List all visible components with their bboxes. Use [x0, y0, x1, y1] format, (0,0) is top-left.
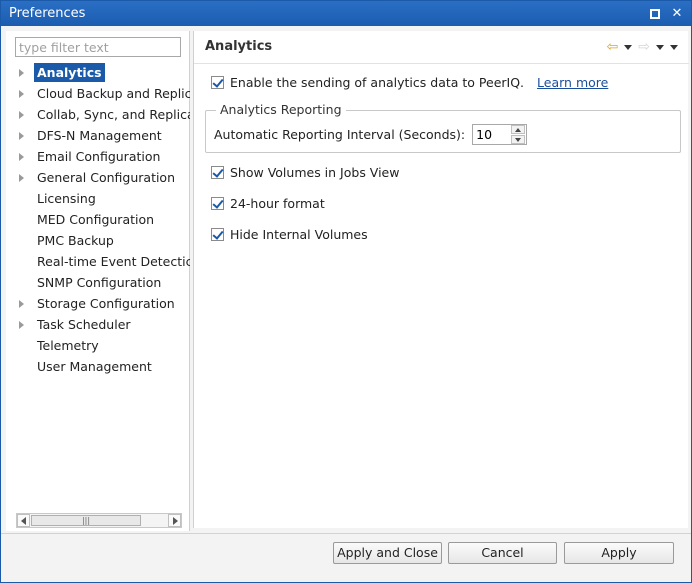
- tree-item-label: Real-time Event Detectic: [37, 254, 190, 269]
- reporting-interval-spinner[interactable]: [472, 124, 528, 145]
- tree-item-general[interactable]: General Configuration: [6, 167, 190, 188]
- page-navigation: ⇦ ⇨: [607, 40, 678, 54]
- expand-arrow-icon[interactable]: [19, 153, 24, 161]
- apply-button[interactable]: Apply: [564, 542, 674, 564]
- hour-format-checkbox[interactable]: [211, 197, 224, 210]
- tree-item-pmc-backup[interactable]: PMC Backup: [6, 230, 190, 251]
- tree-item-snmp[interactable]: SNMP Configuration: [6, 272, 190, 293]
- horizontal-scrollbar[interactable]: |||: [16, 513, 182, 528]
- tree-item-task-scheduler[interactable]: Task Scheduler: [6, 314, 190, 335]
- button-bar-divider: [1, 533, 691, 534]
- expand-arrow-icon[interactable]: [19, 132, 24, 140]
- title-bar: Preferences ✕: [1, 1, 691, 26]
- show-volumes-checkbox[interactable]: [211, 166, 224, 179]
- expand-arrow-icon[interactable]: [19, 300, 24, 308]
- show-volumes-row: Show Volumes in Jobs View: [211, 165, 399, 180]
- window-title: Preferences: [9, 6, 86, 21]
- tree-item-label: SNMP Configuration: [37, 275, 162, 290]
- back-history-chevron-down-icon[interactable]: [624, 44, 633, 50]
- expand-arrow-icon[interactable]: [19, 69, 24, 77]
- apply-and-close-button[interactable]: Apply and Close: [333, 542, 442, 564]
- tree-item-label: Analytics: [34, 63, 105, 82]
- tree-item-dfs-n[interactable]: DFS-N Management: [6, 125, 190, 146]
- reporting-interval-label: Automatic Reporting Interval (Seconds):: [214, 127, 466, 142]
- tree-item-user-management[interactable]: User Management: [6, 356, 190, 377]
- expand-arrow-icon[interactable]: [19, 90, 24, 98]
- cancel-button[interactable]: Cancel: [448, 542, 557, 564]
- tree-item-label: Storage Configuration: [37, 296, 175, 311]
- tree-item-label: User Management: [37, 359, 152, 374]
- scroll-right-button[interactable]: [168, 514, 181, 527]
- enable-analytics-label: Enable the sending of analytics data to …: [230, 75, 525, 90]
- maximize-button[interactable]: [647, 6, 663, 22]
- expand-arrow-icon[interactable]: [19, 174, 24, 182]
- tree-item-collab-sync[interactable]: Collab, Sync, and Replica: [6, 104, 190, 125]
- tree-item-label: DFS-N Management: [37, 128, 162, 143]
- scroll-left-button[interactable]: [17, 514, 30, 527]
- reporting-interval-input[interactable]: [473, 125, 510, 144]
- scroll-thumb[interactable]: |||: [31, 515, 141, 526]
- tree-item-label: Collab, Sync, and Replica: [37, 107, 190, 122]
- show-volumes-label: Show Volumes in Jobs View: [230, 165, 400, 180]
- preferences-tree: Analytics Cloud Backup and Replic Collab…: [6, 62, 190, 512]
- header-divider: [194, 63, 689, 64]
- analytics-reporting-group: Analytics Reporting Automatic Reporting …: [205, 102, 681, 153]
- tree-item-med[interactable]: MED Configuration: [6, 209, 190, 230]
- close-button[interactable]: ✕: [669, 6, 685, 22]
- tree-item-cloud-backup[interactable]: Cloud Backup and Replic: [6, 83, 190, 104]
- hour-format-row: 24-hour format: [211, 196, 325, 211]
- tree-item-label: Telemetry: [37, 338, 99, 353]
- tree-item-label: General Configuration: [37, 170, 176, 185]
- tree-item-real-time-event[interactable]: Real-time Event Detectic: [6, 251, 190, 272]
- back-arrow-icon[interactable]: ⇦: [607, 40, 619, 54]
- enable-analytics-row: Enable the sending of analytics data to …: [211, 75, 608, 90]
- maximize-icon: [650, 8, 660, 19]
- tree-item-label: Email Configuration: [37, 149, 161, 164]
- expand-arrow-icon[interactable]: [19, 321, 24, 329]
- forward-history-chevron-down-icon[interactable]: [656, 44, 664, 50]
- increment-button[interactable]: [511, 125, 526, 134]
- tree-item-email[interactable]: Email Configuration: [6, 146, 190, 167]
- hour-format-label: 24-hour format: [230, 196, 325, 211]
- tree-item-licensing[interactable]: Licensing: [6, 188, 190, 209]
- hide-internal-row: Hide Internal Volumes: [211, 227, 368, 242]
- tree-item-analytics[interactable]: Analytics: [6, 62, 190, 83]
- enable-analytics-checkbox[interactable]: [211, 76, 224, 89]
- learn-more-link[interactable]: Learn more: [537, 75, 608, 90]
- tree-item-label: Cloud Backup and Replic: [37, 86, 190, 101]
- view-menu-chevron-down-icon[interactable]: [670, 44, 678, 50]
- tree-item-label: Licensing: [37, 191, 96, 206]
- tree-item-label: MED Configuration: [37, 212, 155, 227]
- reporting-interval-row: Automatic Reporting Interval (Seconds):: [214, 124, 528, 145]
- decrement-button[interactable]: [511, 135, 526, 144]
- filter-input[interactable]: [15, 37, 181, 57]
- close-icon: ✕: [671, 6, 683, 21]
- tree-item-label: Task Scheduler: [37, 317, 131, 332]
- preferences-tree-pane: Analytics Cloud Backup and Replic Collab…: [6, 31, 190, 531]
- hide-internal-checkbox[interactable]: [211, 228, 224, 241]
- page-title: Analytics: [205, 39, 273, 54]
- forward-arrow-icon[interactable]: ⇨: [638, 40, 650, 54]
- tree-item-storage[interactable]: Storage Configuration: [6, 293, 190, 314]
- expand-arrow-icon[interactable]: [19, 111, 24, 119]
- tree-item-telemetry[interactable]: Telemetry: [6, 335, 190, 356]
- group-title: Analytics Reporting: [216, 102, 346, 117]
- preference-page: Analytics ⇦ ⇨ Enable the sending of anal…: [193, 31, 689, 528]
- preferences-window: Preferences ✕ Analytics Cloud Backup and…: [0, 0, 692, 583]
- hide-internal-label: Hide Internal Volumes: [230, 227, 368, 242]
- tree-item-label: PMC Backup: [37, 233, 114, 248]
